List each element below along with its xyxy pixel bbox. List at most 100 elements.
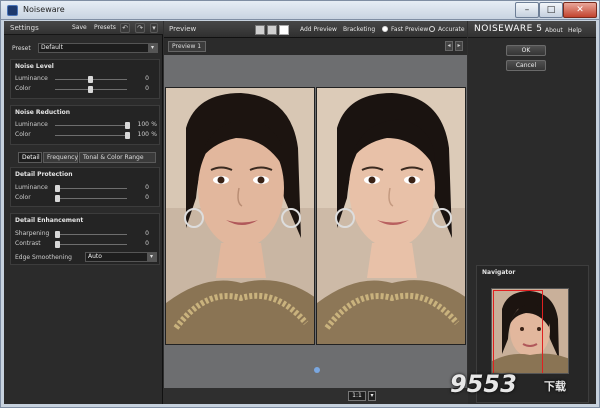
save-button[interactable]: Save — [70, 23, 89, 33]
slider-value: 0 — [145, 75, 149, 82]
noise-reduction-luminance-row: Luminance 100 % — [15, 121, 157, 130]
split-handle[interactable] — [314, 367, 320, 373]
slider-track[interactable] — [55, 188, 127, 189]
zoom-dropdown-icon[interactable]: ▾ — [368, 391, 376, 401]
slider-value: 100 — [137, 131, 149, 138]
noise-reduction-title: Noise Reduction — [15, 109, 71, 116]
preview-panel: Preview Add Preview Bracketing Fast Prev… — [164, 21, 467, 404]
slider-thumb[interactable] — [55, 231, 60, 238]
slider-label: Luminance — [15, 121, 48, 128]
close-button[interactable]: ✕ — [563, 2, 597, 18]
right-panel: NOISEWARE 5 About Help OK Cancel Navigat… — [468, 21, 596, 404]
settings-panel: Settings Save Presets ↶ ↷ ▾ Preset Defau… — [4, 21, 163, 404]
preset-row: Preset Default ▾ — [4, 42, 159, 54]
tab-detail[interactable]: Detail — [18, 152, 42, 163]
detail-protection-group: Detail Protection Luminance 0 Color 0 — [10, 167, 160, 207]
noise-reduction-group: Noise Reduction Luminance 100 % Color 10… — [10, 105, 160, 145]
undo-icon[interactable]: ↶ — [120, 23, 130, 33]
slider-unit: % — [151, 121, 157, 128]
redo-icon[interactable]: ↷ — [135, 23, 145, 33]
slider-thumb[interactable] — [55, 185, 60, 192]
slider-label: Color — [15, 194, 31, 201]
slider-label: Color — [15, 85, 31, 92]
detail-protection-luminance-row: Luminance 0 — [15, 184, 157, 193]
watermark-suffix: 下载 — [544, 380, 566, 393]
settings-title: Settings — [10, 24, 39, 32]
sharpening-row: Sharpening 0 — [15, 230, 157, 239]
detail-enhancement-group: Detail Enhancement Sharpening 0 Contrast… — [10, 213, 160, 265]
slider-label: Contrast — [15, 240, 41, 247]
after-image[interactable] — [316, 87, 466, 345]
menu-icon[interactable]: ▾ — [150, 23, 158, 33]
slider-track[interactable] — [55, 135, 127, 136]
detail-protection-color-row: Color 0 — [15, 194, 157, 203]
noise-level-luminance-row: Luminance 0 — [15, 75, 157, 84]
portrait-after — [317, 88, 465, 344]
settings-header: Settings Save Presets ↶ ↷ ▾ — [4, 21, 163, 35]
slider-thumb[interactable] — [88, 86, 93, 93]
bracketing-button[interactable]: Bracketing — [341, 25, 377, 35]
chevron-down-icon: ▾ — [147, 253, 156, 261]
navigator-thumbnail[interactable] — [491, 288, 569, 374]
tab-preview-1[interactable]: Preview 1 — [168, 41, 206, 52]
slider-label: Luminance — [15, 75, 48, 82]
chevron-down-icon: ▾ — [148, 44, 157, 52]
navigator-viewport-box[interactable] — [493, 290, 543, 373]
slider-track[interactable] — [55, 198, 127, 199]
preview-title: Preview — [169, 25, 197, 33]
app-icon — [7, 5, 18, 16]
accurate-radio[interactable] — [429, 26, 435, 32]
add-preview-button[interactable]: Add Preview — [298, 25, 339, 35]
accurate-label: Accurate — [438, 26, 465, 33]
navigator-title: Navigator — [482, 269, 516, 276]
slider-thumb[interactable] — [125, 122, 130, 129]
title-bar: Noiseware – □ ✕ — [0, 0, 600, 19]
preset-value: Default — [41, 44, 63, 51]
detail-enhancement-title: Detail Enhancement — [15, 217, 84, 224]
split-vertical-icon[interactable] — [279, 25, 289, 35]
preview-footer: 1:1 ▾ — [164, 388, 467, 404]
tab-tonal-color-range[interactable]: Tonal & Color Range — [79, 152, 156, 163]
next-preview-button[interactable]: ▸ — [455, 41, 463, 51]
cancel-button[interactable]: Cancel — [506, 60, 546, 71]
prev-preview-button[interactable]: ◂ — [445, 41, 453, 51]
preset-select[interactable]: Default ▾ — [38, 43, 158, 53]
noise-level-group: Noise Level Luminance 0 Color 0 — [10, 59, 160, 99]
before-image[interactable] — [165, 87, 315, 345]
portrait-before — [166, 88, 314, 344]
help-button[interactable]: Help — [566, 26, 584, 36]
brand-logo: NOISEWARE 5 — [474, 24, 543, 34]
tab-frequency[interactable]: Frequency — [43, 152, 78, 163]
watermark-logo: 9553 — [450, 370, 517, 398]
slider-value: 100 — [137, 121, 149, 128]
slider-value: 0 — [145, 85, 149, 92]
preview-canvas[interactable] — [164, 55, 467, 388]
edge-smoothening-select[interactable]: Auto ▾ — [85, 252, 157, 262]
preview-header: Preview Add Preview Bracketing Fast Prev… — [164, 21, 467, 38]
maximize-button[interactable]: □ — [539, 2, 563, 18]
edge-smoothening-row: Edge Smoothening Auto ▾ — [15, 252, 157, 263]
slider-thumb[interactable] — [125, 132, 130, 139]
slider-thumb[interactable] — [55, 241, 60, 248]
ok-button[interactable]: OK — [506, 45, 546, 56]
slider-thumb[interactable] — [55, 195, 60, 202]
slider-track[interactable] — [55, 234, 127, 235]
zoom-select[interactable]: 1:1 — [348, 391, 366, 401]
slider-track[interactable] — [55, 244, 127, 245]
detail-protection-title: Detail Protection — [15, 171, 73, 178]
slider-track[interactable] — [55, 125, 127, 126]
single-view-icon[interactable] — [255, 25, 265, 35]
presets-button[interactable]: Presets — [92, 23, 118, 33]
about-button[interactable]: About — [543, 26, 565, 36]
fast-preview-label: Fast Preview — [391, 26, 429, 33]
slider-value: 0 — [145, 184, 149, 191]
window-title: Noiseware — [23, 5, 65, 14]
noise-level-title: Noise Level — [15, 63, 54, 70]
split-horizontal-icon[interactable] — [267, 25, 277, 35]
preset-label: Preset — [12, 45, 31, 52]
slider-thumb[interactable] — [88, 76, 93, 83]
minimize-button[interactable]: – — [515, 2, 539, 18]
slider-label: Luminance — [15, 184, 48, 191]
fast-preview-radio[interactable] — [382, 26, 388, 32]
noise-level-color-row: Color 0 — [15, 85, 157, 94]
